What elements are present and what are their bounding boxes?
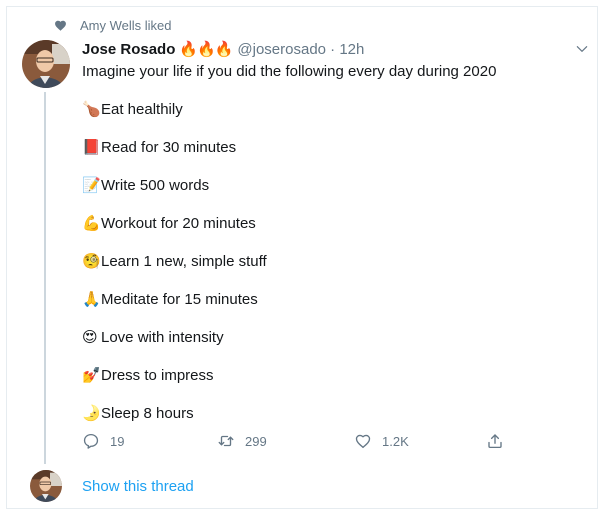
like-button[interactable]: 1.2K xyxy=(354,430,409,452)
item-emoji: 💪 xyxy=(82,215,101,232)
like-icon xyxy=(355,434,371,449)
reply-button[interactable]: 19 xyxy=(82,430,124,452)
show-thread-link[interactable]: Show this thread xyxy=(82,478,194,495)
item-emoji: 🙏 xyxy=(82,291,101,308)
reply-count: 19 xyxy=(110,433,125,449)
chevron-down-icon xyxy=(576,46,588,52)
author-handle-time[interactable]: @joserosado · 12h xyxy=(237,41,364,58)
list-item: 🙏 Meditate for 15 minutes xyxy=(82,290,258,309)
heart-icon xyxy=(55,20,66,31)
tweet-header: Jose Rosado 🔥🔥🔥 @joserosado · 12h xyxy=(82,39,364,59)
item-text: Read for 30 minutes xyxy=(101,139,237,156)
reply-icon xyxy=(83,433,99,449)
author-emoji: 🔥🔥🔥 xyxy=(179,41,233,58)
list-item: 💅 Dress to impress xyxy=(82,366,214,385)
thread-connector-line xyxy=(44,92,46,464)
list-item: 🧐 Learn 1 new, simple stuff xyxy=(82,252,267,271)
item-text: Meditate for 15 minutes xyxy=(101,291,258,308)
thread-avatar[interactable] xyxy=(30,470,62,502)
item-text: Sleep 8 hours xyxy=(101,405,194,422)
like-count: 1.2K xyxy=(382,433,409,449)
item-text: Love with intensity xyxy=(101,329,224,346)
social-context-text[interactable]: Amy Wells liked xyxy=(80,18,172,33)
retweet-icon xyxy=(218,435,234,447)
item-text: Write 500 words xyxy=(101,177,210,194)
list-item: 🌛 Sleep 8 hours xyxy=(82,404,194,423)
list-item: 📝 Write 500 words xyxy=(82,176,209,195)
item-emoji: 💅 xyxy=(82,367,101,384)
share-icon xyxy=(488,434,502,449)
item-text: Workout for 20 minutes xyxy=(101,215,256,232)
list-item: 🍗 Eat healthily xyxy=(82,100,183,119)
share-button[interactable] xyxy=(486,430,514,452)
social-context: Amy Wells liked xyxy=(54,16,172,34)
author-name[interactable]: Jose Rosado xyxy=(82,41,175,58)
item-emoji: 🌛 xyxy=(82,405,101,422)
list-item: 💪 Workout for 20 minutes xyxy=(82,214,256,233)
list-item: 😍 Love with intensity xyxy=(82,328,224,347)
item-emoji: 📕 xyxy=(82,139,101,156)
retweet-count: 299 xyxy=(245,433,267,449)
item-emoji: 📝 xyxy=(82,177,101,194)
avatar[interactable] xyxy=(22,40,70,88)
list-item: 📕 Read for 30 minutes xyxy=(82,138,236,157)
item-text: Learn 1 new, simple stuff xyxy=(101,253,267,270)
item-text: Eat healthily xyxy=(101,101,183,118)
tweet-actions: 19 299 1.2K xyxy=(82,430,512,452)
item-emoji: 😍 xyxy=(82,329,98,346)
more-menu-button[interactable] xyxy=(575,42,589,56)
item-emoji: 🍗 xyxy=(82,101,101,118)
retweet-button[interactable]: 299 xyxy=(217,430,267,452)
item-text: Dress to impress xyxy=(101,367,214,384)
tweet-intro: Imagine your life if you did the followi… xyxy=(82,63,497,80)
item-emoji: 🧐 xyxy=(82,253,101,270)
